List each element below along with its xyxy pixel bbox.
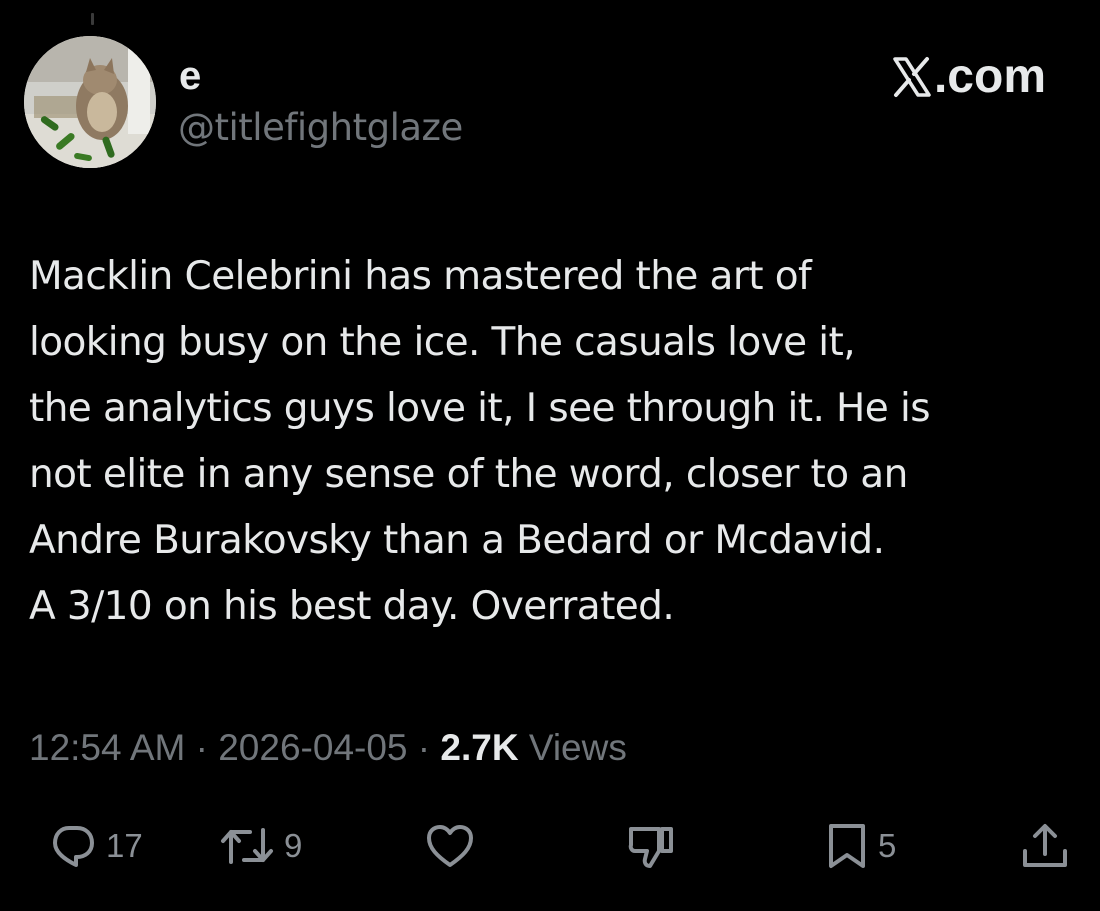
repost-button[interactable]: 9 bbox=[220, 814, 302, 878]
share-button[interactable] bbox=[1020, 814, 1070, 878]
cat-with-cucumbers-icon bbox=[24, 36, 156, 168]
share-icon bbox=[1023, 824, 1067, 867]
meta-separator: · bbox=[195, 727, 219, 768]
tweet-card: e @titlefightglaze .com Macklin Celebrin… bbox=[0, 0, 1100, 911]
bookmark-count: 5 bbox=[878, 827, 897, 864]
action-bar: 17 9 5 bbox=[0, 814, 1100, 878]
post-meta: 12:54 AM · 2026-04-05 · 2.7K Views bbox=[29, 724, 627, 772]
repost-count: 9 bbox=[284, 827, 303, 864]
like-button[interactable] bbox=[425, 814, 475, 878]
post-time[interactable]: 12:54 AM bbox=[29, 727, 185, 768]
reply-icon bbox=[53, 826, 94, 867]
dislike-button[interactable] bbox=[626, 814, 676, 878]
post-line: Macklin Celebrini has mastered the art o… bbox=[29, 254, 812, 299]
post-line: looking busy on the ice. The casuals lov… bbox=[29, 320, 856, 365]
views-label: Views bbox=[528, 727, 627, 768]
heart-icon bbox=[427, 825, 473, 867]
author-display-name[interactable]: e bbox=[179, 52, 201, 100]
post-line: A 3/10 on his best day. Overrated. bbox=[29, 584, 675, 629]
thumbs-down-icon bbox=[628, 827, 673, 868]
x-brand-watermark: .com bbox=[892, 50, 1046, 104]
x-logo-icon bbox=[892, 56, 932, 98]
post-date[interactable]: 2026-04-05 bbox=[218, 727, 407, 768]
avatar[interactable] bbox=[24, 36, 156, 168]
reply-button[interactable]: 17 bbox=[50, 814, 143, 878]
bookmark-icon bbox=[829, 824, 865, 868]
repost-icon bbox=[221, 828, 273, 864]
reply-count: 17 bbox=[106, 827, 143, 864]
bookmark-button[interactable]: 5 bbox=[826, 814, 896, 878]
author-handle[interactable]: @titlefightglaze bbox=[178, 104, 463, 152]
brand-domain-label: .com bbox=[933, 50, 1046, 103]
post-line: not elite in any sense of the word, clos… bbox=[29, 452, 908, 497]
scroll-indicator bbox=[91, 13, 94, 25]
views-count: 2.7K bbox=[440, 727, 519, 768]
post-line: the analytics guys love it, I see throug… bbox=[29, 386, 931, 431]
post-text: Macklin Celebrini has mastered the art o… bbox=[29, 244, 1079, 640]
post-line: Andre Burakovsky than a Bedard or Mcdavi… bbox=[29, 518, 885, 563]
meta-separator: · bbox=[417, 727, 441, 768]
